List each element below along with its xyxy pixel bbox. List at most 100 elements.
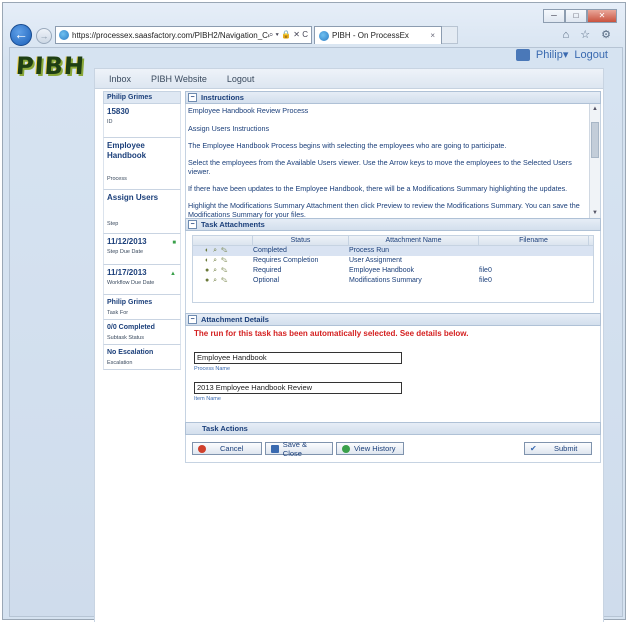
- instruction-paragraph: Select the employees from the Available …: [188, 158, 572, 176]
- task-owner-header: Philip Grimes: [103, 91, 181, 104]
- info-value: 11/12/2013: [107, 237, 147, 246]
- pibh-logo: PIBH: [15, 52, 86, 80]
- instructions-header[interactable]: − Instructions: [185, 91, 601, 104]
- attachment-action-icons[interactable]: ● ⌕ ✎: [193, 266, 253, 276]
- process-name-label: Process Name: [194, 366, 231, 372]
- info-label: Step Due Date: [107, 249, 144, 255]
- address-bar-controls[interactable]: ⌕ ▾ 🔒 ✕ C: [269, 30, 311, 40]
- section-title: Attachment Details: [201, 315, 269, 324]
- details-panel: The run for this task has been automatic…: [185, 326, 601, 422]
- info-value: No Escalation: [107, 349, 154, 356]
- tab-close-icon[interactable]: ×: [430, 31, 435, 40]
- instructions-scrollbar[interactable]: ▲ ▼: [589, 104, 600, 218]
- user-menu[interactable]: Philip▾: [536, 48, 568, 61]
- browser-tools-icons[interactable]: ⌂ ☆ ⚙: [563, 28, 615, 41]
- task-info-panel: Philip Grimes 15830 ID Employee Handbook…: [103, 91, 181, 370]
- instructions-text: Employee Handbook Review Process Assign …: [186, 104, 600, 218]
- cancel-icon: [198, 444, 206, 453]
- info-value: Assign Users: [107, 193, 159, 202]
- address-bar[interactable]: https://processex.saasfactory.com/PIBH2/…: [55, 26, 312, 44]
- nav-inbox[interactable]: Inbox: [109, 74, 131, 84]
- info-subtask-status: 0/0 Completed Subtask Status: [103, 320, 181, 345]
- process-name-field: Employee Handbook: [194, 352, 402, 364]
- attachment-filename: file0: [479, 277, 492, 284]
- info-label: Subtask Status: [107, 335, 144, 341]
- info-value: 11/17/2013: [107, 268, 147, 277]
- details-header[interactable]: − Attachment Details: [185, 313, 601, 326]
- submit-button[interactable]: ✔ Submit: [524, 442, 592, 455]
- user-name[interactable]: Philip: [536, 49, 563, 61]
- collapse-icon[interactable]: −: [188, 93, 197, 102]
- actions-header: Task Actions: [185, 422, 601, 435]
- table-row[interactable]: ◐ ⌕ ✎ Requires Completion User Assignmen…: [193, 256, 593, 266]
- info-task-for: Philip Grimes Task For: [103, 295, 181, 320]
- section-title: Instructions: [201, 93, 244, 102]
- attachment-status: Requires Completion: [253, 257, 319, 264]
- app-panel: Inbox PIBH Website Logout Philip Grimes …: [94, 68, 604, 622]
- attachment-action-icons[interactable]: ● ⌕ ✎: [193, 276, 253, 286]
- info-value: 0/0 Completed: [107, 324, 155, 331]
- actions-panel: Cancel Save & Close View History ✔ Submi…: [185, 435, 601, 463]
- section-title: Task Attachments: [201, 220, 265, 229]
- attachment-name: Process Run: [349, 247, 390, 254]
- instruction-paragraph: If there have been updates to the Employ…: [188, 184, 568, 193]
- attachment-filename: [479, 246, 589, 256]
- attachment-action-icons[interactable]: ◐ ⌕ ✎: [193, 256, 253, 266]
- info-process: Employee Handbook Process: [103, 138, 181, 190]
- attachment-filename: [479, 256, 589, 266]
- top-nav: Inbox PIBH Website Logout: [95, 69, 603, 89]
- new-tab-button[interactable]: [442, 26, 458, 44]
- user-bar: Philip▾ Logout: [515, 48, 608, 61]
- column-header[interactable]: Status: [253, 236, 349, 245]
- tab-favicon-icon: [319, 30, 329, 41]
- attachments-header[interactable]: − Task Attachments: [185, 218, 601, 231]
- button-label: Submit: [554, 444, 578, 453]
- info-id: 15830 ID: [103, 104, 181, 138]
- view-history-button[interactable]: View History: [336, 442, 404, 455]
- column-header[interactable]: Attachment Name: [349, 236, 479, 245]
- column-header: [193, 236, 253, 245]
- save-close-button[interactable]: Save & Close: [265, 440, 333, 458]
- attachment-name: Modifications Summary: [349, 277, 422, 284]
- browser-tab[interactable]: PIBH - On ProcessEx ×: [314, 26, 442, 44]
- info-step: Assign Users Step: [103, 190, 181, 234]
- info-label: ID: [107, 119, 113, 125]
- task-main: − Instructions Employee Handbook Review …: [185, 91, 601, 463]
- inbox-tray-icon[interactable]: [515, 48, 530, 61]
- info-label: Workflow Due Date: [107, 280, 155, 286]
- window-controls: ─ □ ✕: [543, 9, 617, 23]
- table-row[interactable]: ● ⌕ ✎ Required Employee Handbook file0: [193, 266, 593, 276]
- info-value: 15830: [107, 107, 130, 116]
- floppy-disk-icon: [271, 444, 279, 453]
- collapse-icon[interactable]: −: [188, 315, 197, 324]
- nav-logout[interactable]: Logout: [227, 74, 255, 84]
- scroll-thumb[interactable]: [591, 122, 599, 158]
- info-value: Employee Handbook: [107, 141, 147, 160]
- instructions-panel: Employee Handbook Review Process Assign …: [185, 104, 601, 218]
- attachment-name: User Assignment: [349, 257, 402, 264]
- table-row[interactable]: ◐ ⌕ ✎ Completed Process Run: [193, 246, 593, 256]
- button-label: Cancel: [220, 444, 244, 453]
- attachment-name: Employee Handbook: [349, 267, 414, 274]
- attachments-panel: Status Attachment Name Filename ◐ ⌕ ✎ Co…: [185, 231, 601, 313]
- maximize-button[interactable]: □: [565, 9, 587, 23]
- instruction-paragraph: Assign Users Instructions: [188, 124, 270, 133]
- column-header[interactable]: Filename: [479, 236, 589, 245]
- info-label: Step: [107, 221, 119, 227]
- attachment-action-icons[interactable]: ◐ ⌕ ✎: [193, 246, 253, 256]
- scroll-up-icon[interactable]: ▲: [592, 106, 598, 112]
- header-logout-link[interactable]: Logout: [574, 49, 608, 61]
- item-name-label: Item Name: [194, 396, 221, 402]
- nav-pibh-website[interactable]: PIBH Website: [151, 74, 207, 84]
- table-row[interactable]: ● ⌕ ✎ Optional Modifications Summary fil…: [193, 276, 593, 286]
- minimize-button[interactable]: ─: [543, 9, 565, 23]
- close-window-button[interactable]: ✕: [587, 9, 617, 23]
- collapse-icon[interactable]: −: [188, 220, 197, 229]
- cancel-button[interactable]: Cancel: [192, 442, 262, 455]
- site-icon: [59, 30, 69, 40]
- url-text[interactable]: https://processex.saasfactory.com/PIBH2/…: [72, 31, 269, 40]
- forward-arrow-icon[interactable]: →: [36, 28, 52, 44]
- chevron-down-icon[interactable]: ▾: [563, 49, 569, 61]
- back-arrow-icon[interactable]: ←: [10, 24, 32, 46]
- scroll-down-icon[interactable]: ▼: [592, 210, 598, 216]
